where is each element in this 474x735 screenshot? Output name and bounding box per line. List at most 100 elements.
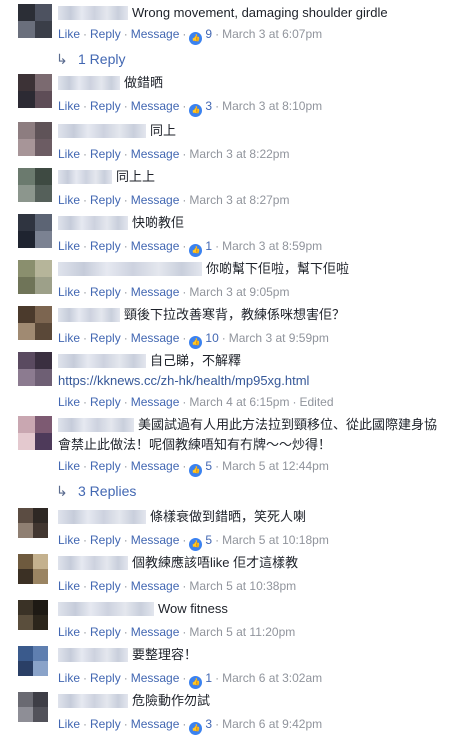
commenter-name[interactable] (58, 648, 128, 662)
message-button[interactable]: Message (131, 99, 180, 113)
commenter-name[interactable] (58, 6, 128, 20)
reply-button[interactable]: Reply (90, 579, 121, 593)
comment: 危險動作勿試 Like · Reply · Message · 👍 3 · March 6 at 9… (0, 692, 474, 735)
comment-link[interactable]: https://kknews.cc/zh-hk/health/mp95xg.ht… (58, 372, 466, 390)
avatar[interactable] (18, 122, 52, 156)
avatar[interactable] (18, 260, 52, 294)
view-replies-link[interactable]: ↳ 1 Reply (56, 50, 125, 68)
view-replies-label[interactable]: 1 Reply (78, 51, 125, 67)
reply-button[interactable]: Reply (90, 395, 121, 409)
avatar[interactable] (18, 306, 52, 340)
message-button[interactable]: Message (131, 285, 180, 299)
view-replies-label[interactable]: 3 Replies (78, 483, 136, 499)
reply-arrow-icon: ↳ (56, 51, 68, 67)
like-button[interactable]: Like (58, 331, 80, 345)
commenter-name[interactable] (58, 262, 202, 276)
separator-dot: · (123, 533, 128, 547)
avatar[interactable] (18, 508, 48, 538)
commenter-name[interactable] (58, 510, 146, 524)
timestamp[interactable]: March 3 at 8:59pm (222, 239, 322, 253)
like-button[interactable]: Like (58, 99, 80, 113)
like-button[interactable]: Like (58, 193, 80, 207)
reply-button[interactable]: Reply (90, 239, 121, 253)
timestamp[interactable]: March 6 at 9:42pm (222, 717, 322, 731)
like-button[interactable]: Like (58, 239, 80, 253)
commenter-name[interactable] (58, 308, 120, 322)
like-button[interactable]: Like (58, 717, 80, 731)
timestamp[interactable]: March 3 at 6:07pm (222, 27, 322, 41)
commenter-name[interactable] (58, 76, 120, 90)
commenter-name[interactable] (58, 124, 146, 138)
reply-button[interactable]: Reply (90, 671, 121, 685)
reply-button[interactable]: Reply (90, 193, 121, 207)
timestamp[interactable]: March 4 at 6:15pm (189, 395, 289, 409)
separator-dot: · (182, 239, 187, 253)
reply-button[interactable]: Reply (90, 717, 121, 731)
message-button[interactable]: Message (131, 625, 180, 639)
message-button[interactable]: Message (131, 27, 180, 41)
commenter-name[interactable] (58, 216, 128, 230)
reply-button[interactable]: Reply (90, 27, 121, 41)
avatar[interactable] (18, 554, 48, 584)
reply-button[interactable]: Reply (90, 533, 121, 547)
like-button[interactable]: Like (58, 285, 80, 299)
avatar[interactable] (18, 646, 48, 676)
message-button[interactable]: Message (131, 459, 180, 473)
commenter-name[interactable] (58, 170, 112, 184)
timestamp[interactable]: March 3 at 8:10pm (222, 99, 322, 113)
timestamp[interactable]: March 6 at 3:02am (222, 671, 322, 685)
like-button[interactable]: Like (58, 395, 80, 409)
like-button[interactable]: Like (58, 625, 80, 639)
avatar[interactable] (18, 692, 48, 722)
thumbs-up-icon: 👍 (189, 104, 203, 117)
timestamp[interactable]: March 5 at 12:44pm (222, 459, 329, 473)
timestamp[interactable]: March 5 at 10:18pm (222, 533, 329, 547)
like-button[interactable]: Like (58, 459, 80, 473)
reply-button[interactable]: Reply (90, 99, 121, 113)
message-button[interactable]: Message (131, 193, 180, 207)
like-button[interactable]: Like (58, 147, 80, 161)
timestamp[interactable]: March 3 at 8:27pm (189, 193, 289, 207)
avatar[interactable] (18, 352, 52, 386)
commenter-name[interactable] (58, 354, 146, 368)
message-button[interactable]: Message (131, 533, 180, 547)
commenter-name[interactable] (58, 556, 128, 570)
avatar[interactable] (18, 4, 52, 38)
avatar-pixel (33, 569, 48, 584)
avatar[interactable] (18, 214, 52, 248)
like-button[interactable]: Like (58, 27, 80, 41)
reply-button[interactable]: Reply (90, 625, 121, 639)
edited-label[interactable]: Edited (299, 395, 333, 409)
message-button[interactable]: Message (131, 717, 180, 731)
reply-button[interactable]: Reply (90, 459, 121, 473)
like-button[interactable]: Like (58, 579, 80, 593)
timestamp[interactable]: March 3 at 9:05pm (189, 285, 289, 299)
reply-button[interactable]: Reply (90, 331, 121, 345)
reply-button[interactable]: Reply (90, 147, 121, 161)
avatar[interactable] (18, 600, 48, 630)
message-button[interactable]: Message (131, 671, 180, 685)
timestamp[interactable]: March 3 at 8:22pm (189, 147, 289, 161)
avatar[interactable] (18, 74, 52, 108)
avatar[interactable] (18, 168, 52, 202)
commenter-name[interactable] (58, 418, 134, 432)
avatar[interactable] (18, 416, 52, 450)
timestamp[interactable]: March 5 at 10:38pm (189, 579, 296, 593)
message-button[interactable]: Message (131, 239, 180, 253)
like-button[interactable]: Like (58, 533, 80, 547)
like-button[interactable]: Like (58, 671, 80, 685)
avatar-pixel (33, 661, 48, 676)
message-button[interactable]: Message (131, 395, 180, 409)
timestamp[interactable]: March 3 at 9:59pm (229, 331, 329, 345)
commenter-name[interactable] (58, 602, 154, 616)
message-button[interactable]: Message (131, 579, 180, 593)
message-button[interactable]: Message (131, 147, 180, 161)
view-replies-link[interactable]: ↳ 3 Replies (56, 482, 136, 500)
like-count[interactable]: 10 (205, 331, 218, 345)
message-button[interactable]: Message (131, 331, 180, 345)
comment: Wrong movement, damaging shoulder girdle… (0, 4, 474, 45)
timestamp[interactable]: March 5 at 11:20pm (189, 625, 295, 639)
commenter-name[interactable] (58, 694, 128, 708)
comment-text-line: Wrong movement, damaging shoulder girdle (58, 4, 466, 22)
reply-button[interactable]: Reply (90, 285, 121, 299)
